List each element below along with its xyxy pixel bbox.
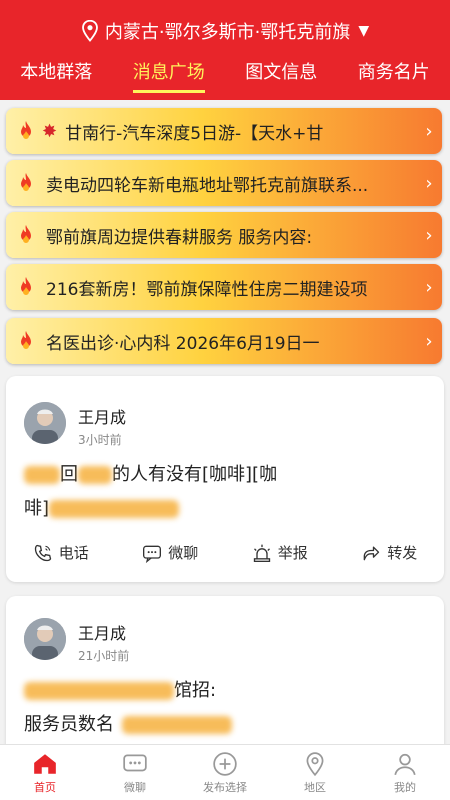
post-time: 21小时前 <box>78 649 130 663</box>
chat-icon <box>123 753 147 771</box>
share-button[interactable]: 转发 <box>361 542 417 563</box>
post-line: 啡] <box>24 492 426 526</box>
map-pin-icon <box>306 751 324 776</box>
announcement-banner[interactable]: 216套新房！鄂前旗保障性住房二期建设项 › <box>6 264 442 310</box>
map-pin-icon <box>81 20 98 42</box>
redacted-text <box>78 466 112 484</box>
nav-region[interactable]: 地区 <box>275 745 355 800</box>
fire-icon <box>21 277 31 295</box>
avatar-photo <box>24 618 66 660</box>
announcement-text: 甘南行-汽车深度5日游-【天水+甘 <box>65 123 324 144</box>
post-actions: 电话 微聊 举报 转发 <box>6 542 444 563</box>
fire-icon <box>21 331 31 349</box>
tab-image-text-info[interactable]: 图文信息 <box>245 58 317 93</box>
avatar[interactable] <box>24 618 66 660</box>
nav-chat[interactable]: 微聊 <box>95 745 175 800</box>
spark-icon: ✸ <box>42 120 58 142</box>
redacted-phone <box>122 716 232 734</box>
chat-button[interactable]: 微聊 <box>142 542 198 563</box>
phone-icon <box>34 544 51 561</box>
announcement-text: 卖电动四轮车新电瓶地址鄂托克前旗联系... <box>46 175 369 196</box>
nav-publish[interactable]: 发布选择 <box>185 745 265 800</box>
caret-down-icon: ▼ <box>358 23 370 39</box>
chevron-right-icon: › <box>425 276 433 298</box>
user-icon <box>394 753 416 775</box>
chevron-right-icon: › <box>425 224 433 246</box>
tab-local-groups[interactable]: 本地群落 <box>20 58 92 93</box>
post-content[interactable]: 回的人有没有[咖啡][咖 啡] <box>24 458 426 526</box>
app-header: 内蒙古·鄂尔多斯市·鄂托克前旗 ▼ 本地群落 消息广场 图文信息 商务名片 <box>0 0 450 100</box>
announcement-banner[interactable]: ✸ 甘南行-汽车深度5日游-【天水+甘 › <box>6 108 442 154</box>
report-button[interactable]: 举报 <box>252 542 308 563</box>
chat-icon <box>143 545 162 563</box>
post-card[interactable]: 王月成 3小时前 回的人有没有[咖啡][咖 啡] 电话 微聊 举报 转发 <box>6 376 444 582</box>
fire-icon <box>21 173 31 191</box>
share-icon <box>363 546 380 560</box>
post-line: 服务员数名 <box>24 708 426 742</box>
post-line: 馆招: <box>24 674 426 708</box>
chevron-right-icon: › <box>425 330 433 352</box>
announcement-banner[interactable]: 名医出诊·心内科 2026年6月19日一 › <box>6 318 442 364</box>
home-icon <box>34 753 56 774</box>
nav-mine[interactable]: 我的 <box>365 745 445 800</box>
fire-icon <box>21 121 31 139</box>
announcement-banner[interactable]: 鄂前旗周边提供春耕服务 服务内容: › <box>6 212 442 258</box>
avatar[interactable] <box>24 402 66 444</box>
post-card[interactable]: 王月成 21小时前 馆招: 服务员数名 <box>6 596 444 756</box>
avatar-photo <box>24 402 66 444</box>
call-button[interactable]: 电话 <box>33 542 89 563</box>
announcement-text: 鄂前旗周边提供春耕服务 服务内容: <box>46 227 313 248</box>
tab-message-square[interactable]: 消息广场 <box>132 58 205 93</box>
redacted-text <box>24 466 60 484</box>
post-line: 回的人有没有[咖啡][咖 <box>24 458 426 492</box>
redacted-text <box>24 682 174 700</box>
plus-circle-icon <box>213 751 237 776</box>
alarm-icon <box>253 544 270 562</box>
nav-home[interactable]: 首页 <box>5 745 85 800</box>
post-time: 3小时前 <box>78 433 122 447</box>
redacted-phone <box>49 500 180 518</box>
announcement-banner[interactable]: 卖电动四轮车新电瓶地址鄂托克前旗联系... › <box>6 160 442 206</box>
post-author[interactable]: 王月成 <box>78 620 126 644</box>
post-content[interactable]: 馆招: 服务员数名 <box>24 674 426 742</box>
tab-business-cards[interactable]: 商务名片 <box>358 58 430 93</box>
chevron-right-icon: › <box>425 172 433 194</box>
announcement-text: 216套新房！鄂前旗保障性住房二期建设项 <box>46 279 368 300</box>
bottom-nav: 首页 微聊 发布选择 地区 我的 <box>0 744 450 800</box>
post-author[interactable]: 王月成 <box>78 404 126 428</box>
location-text: 内蒙古·鄂尔多斯市·鄂托克前旗 <box>104 22 351 43</box>
top-tabs: 本地群落 消息广场 图文信息 商务名片 <box>0 58 450 93</box>
chevron-right-icon: › <box>425 120 433 142</box>
fire-icon <box>21 225 31 243</box>
announcement-text: 名医出诊·心内科 2026年6月19日一 <box>46 333 320 354</box>
location-selector[interactable]: 内蒙古·鄂尔多斯市·鄂托克前旗 ▼ <box>0 18 450 44</box>
